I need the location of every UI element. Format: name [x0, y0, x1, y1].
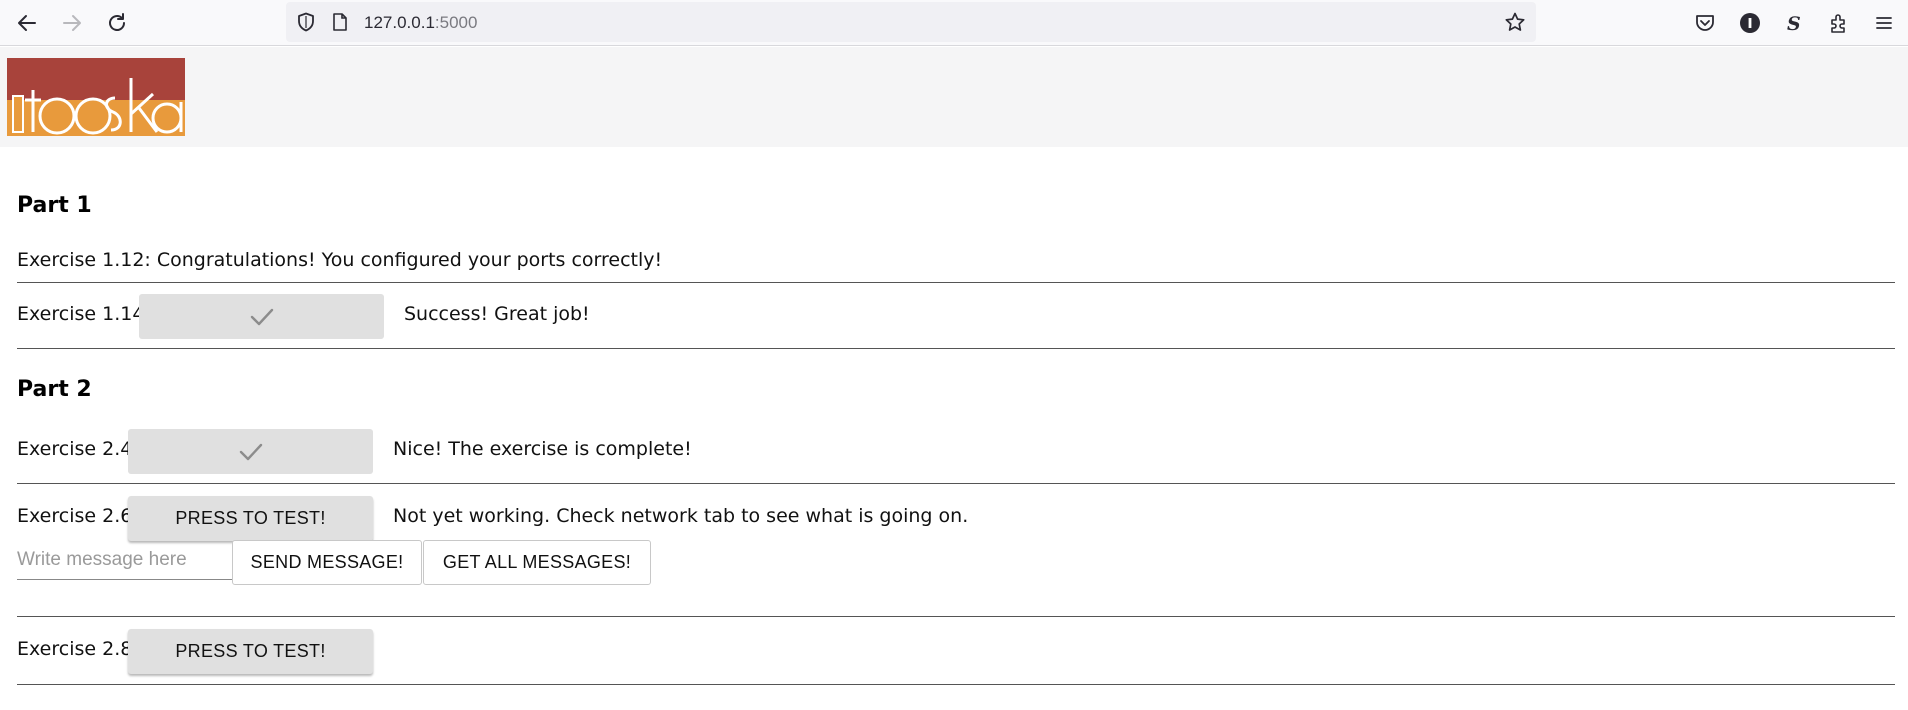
url-text[interactable]: 127.0.0.1:5000	[364, 13, 477, 33]
site-header	[0, 47, 1908, 147]
exercise-2-4-status: Nice! The exercise is complete!	[393, 438, 692, 460]
menu-button[interactable]	[1871, 10, 1897, 36]
shield-icon[interactable]	[296, 12, 316, 32]
exercise-1-14-row: Exercise 1.14: Success! Great job!	[17, 294, 1895, 339]
exercise-2-6-status: Not yet working. Check network tab to se…	[393, 505, 969, 527]
message-input[interactable]	[17, 540, 233, 580]
url-port: :5000	[434, 13, 478, 32]
exercise-1-14-check-button[interactable]	[139, 294, 384, 339]
divider	[17, 616, 1895, 617]
send-message-button[interactable]: SEND MESSAGE!	[232, 540, 422, 585]
account-icon	[1740, 13, 1760, 33]
exercise-2-8-row: Exercise 2.8: PRESS TO TEST!	[17, 629, 1895, 674]
url-host: 127.0.0.1	[364, 13, 435, 32]
divider	[17, 483, 1895, 484]
exercise-2-4-row: Exercise 2.4: Nice! The exercise is comp…	[17, 429, 1895, 474]
exercise-2-6-label: Exercise 2.6:	[17, 505, 139, 527]
browser-toolbar: 127.0.0.1:5000 S	[0, 0, 1908, 46]
url-bar[interactable]: 127.0.0.1:5000	[286, 2, 1536, 42]
reload-button[interactable]	[103, 9, 131, 37]
s-extension-button[interactable]: S	[1781, 10, 1807, 36]
back-button[interactable]	[13, 9, 41, 37]
divider	[17, 282, 1895, 283]
divider	[17, 684, 1895, 685]
exercise-2-6-test-button[interactable]: PRESS TO TEST!	[128, 496, 373, 541]
divider	[17, 348, 1895, 349]
puzzle-icon	[1831, 14, 1845, 33]
arrow-right-icon	[63, 15, 81, 31]
check-icon	[250, 308, 273, 325]
exercise-1-14-label: Exercise 1.14:	[17, 303, 151, 325]
exercise-2-8-test-button[interactable]: PRESS TO TEST!	[128, 629, 373, 674]
pocket-icon	[1696, 15, 1714, 31]
svg-text:S: S	[1787, 13, 1801, 34]
star-icon[interactable]	[1504, 11, 1526, 33]
exercise-2-6-message-row: SEND MESSAGE! GET ALL MESSAGES!	[17, 540, 1895, 585]
exercise-1-12-text: Exercise 1.12: Congratulations! You conf…	[17, 249, 663, 271]
part2-title: Part 2	[17, 377, 92, 402]
extensions-button[interactable]	[1826, 10, 1852, 36]
exercise-2-6-row: Exercise 2.6: PRESS TO TEST! Not yet wor…	[17, 496, 1895, 541]
page-icon[interactable]	[330, 12, 350, 32]
part1-title: Part 1	[17, 193, 92, 218]
check-icon	[239, 443, 262, 460]
forward-button[interactable]	[58, 9, 86, 37]
account-button[interactable]	[1737, 10, 1763, 36]
reload-icon	[109, 13, 125, 31]
exercise-2-4-label: Exercise 2.4:	[17, 438, 139, 460]
pocket-button[interactable]	[1692, 10, 1718, 36]
exercise-2-4-check-button[interactable]	[128, 429, 373, 474]
exercise-1-12-row: Exercise 1.12: Congratulations! You conf…	[17, 240, 1895, 280]
exercise-1-14-status: Success! Great job!	[404, 303, 590, 325]
exercise-2-8-label: Exercise 2.8:	[17, 638, 139, 660]
itoska-logo	[7, 58, 185, 136]
s-extension-icon: S	[1787, 13, 1801, 34]
hamburger-menu-icon	[1876, 17, 1892, 29]
arrow-left-icon	[18, 15, 36, 31]
get-all-messages-button[interactable]: GET ALL MESSAGES!	[423, 540, 651, 585]
